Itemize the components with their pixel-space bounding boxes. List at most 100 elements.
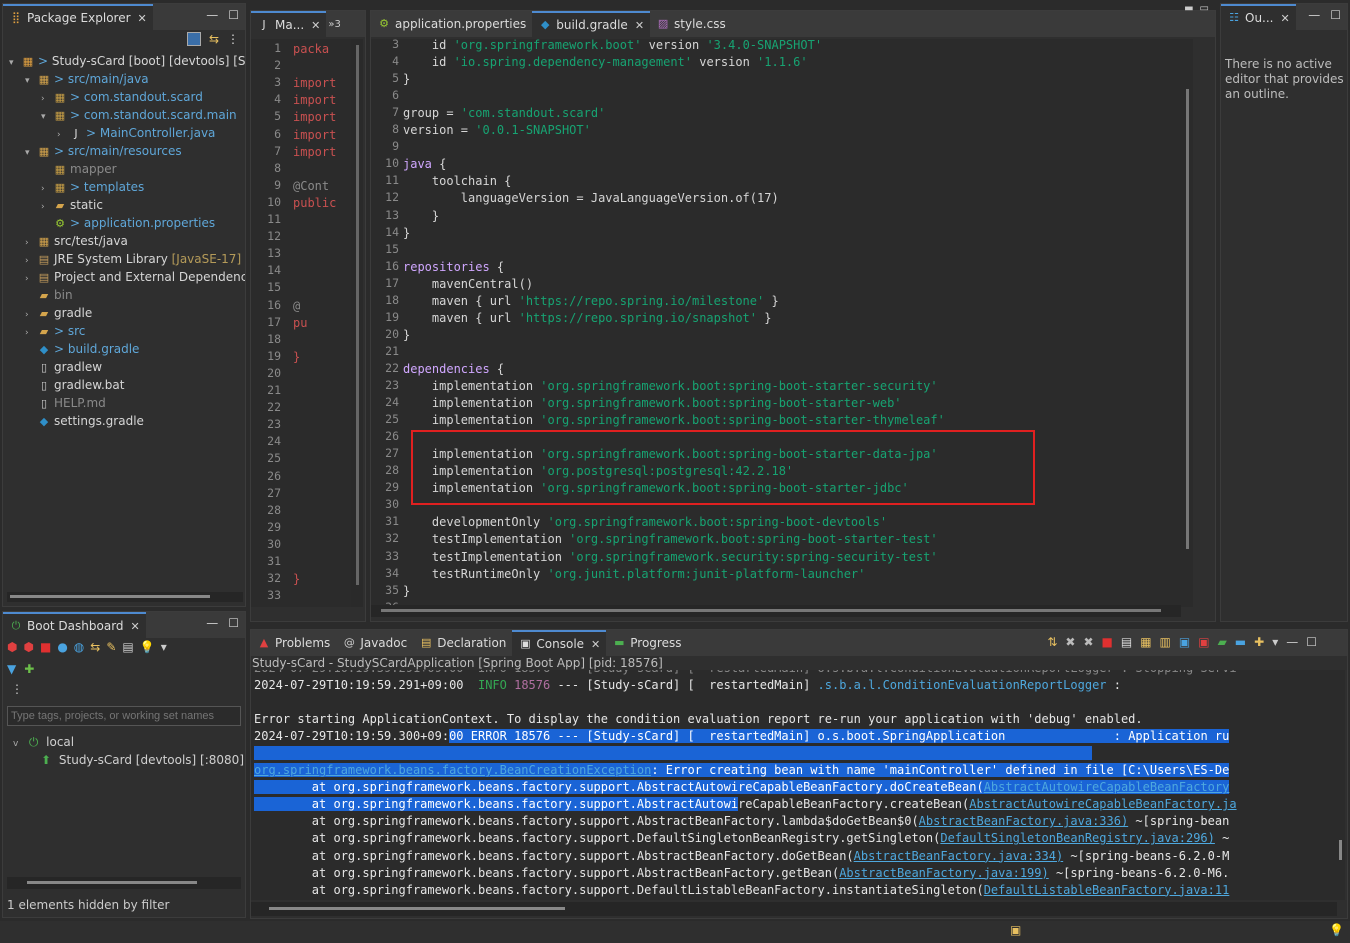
scroll-lock-icon[interactable]: ▦ <box>1140 635 1151 649</box>
maximize-icon[interactable]: ☐ <box>228 616 239 630</box>
vertical-scrollbar[interactable] <box>1181 39 1193 607</box>
tree-item[interactable]: › ▦ > templates <box>41 178 144 196</box>
status-bar-icon[interactable]: ▣ <box>1010 923 1021 937</box>
tree-item[interactable]: ◆ > build.gradle <box>25 340 140 358</box>
tree-item[interactable]: ▯ HELP.md <box>25 394 106 412</box>
close-icon[interactable]: ✕ <box>1281 12 1290 25</box>
terminate-icon[interactable]: ■ <box>1102 635 1113 649</box>
close-icon[interactable]: ✕ <box>311 19 320 32</box>
refresh-icon[interactable]: ⇆ <box>90 640 100 654</box>
minimize-icon[interactable]: — <box>1286 635 1298 649</box>
build-gradle-editor-body[interactable]: 3 id 'org.springframework.boot' version … <box>371 39 1181 607</box>
lightbulb-icon[interactable]: 💡 <box>1329 923 1344 937</box>
tab-outline[interactable]: ☷ Ou... ✕ <box>1221 4 1296 30</box>
horizontal-scrollbar[interactable] <box>7 877 241 889</box>
tree-item[interactable]: › ▦ src/test/java <box>25 232 128 250</box>
tab-progress[interactable]: ▬ Progress <box>606 630 687 656</box>
tab-package-explorer[interactable]: ⣿ Package Explorer ✕ <box>3 4 153 30</box>
edit-icon[interactable]: ✎ <box>106 640 116 654</box>
show-on-error-icon[interactable]: ▣ <box>1198 635 1209 649</box>
open-web-icon[interactable]: ● <box>57 640 67 654</box>
console-output[interactable]: 2024-07-29T10:19:59.291+09:00 INFO 18576… <box>251 670 1337 900</box>
tree-item[interactable]: ▯ gradlew <box>25 358 102 376</box>
close-icon[interactable]: ✕ <box>635 19 644 32</box>
more-icon[interactable]: ⋮ <box>11 682 23 696</box>
tree-item[interactable]: › J > MainController.java <box>57 124 215 142</box>
maximize-icon[interactable]: ☐ <box>1306 635 1317 649</box>
new-console-icon[interactable]: ✚ <box>1254 635 1264 649</box>
properties-icon[interactable]: ▤ <box>122 640 133 654</box>
chevron-down-icon[interactable]: v <box>13 735 25 753</box>
pin-console-icon[interactable]: ▰ <box>1218 635 1227 649</box>
link-with-editor-icon[interactable]: ⇆ <box>209 32 219 46</box>
remove-all-icon[interactable]: ✖ <box>1083 635 1093 649</box>
minimize-icon[interactable]: — <box>206 616 218 630</box>
tree-item[interactable]: › ▦ > com.standout.scard <box>41 88 203 106</box>
close-icon[interactable]: ✕ <box>131 620 140 633</box>
tab-declaration[interactable]: ▤ Declaration <box>413 630 512 656</box>
tree-item[interactable]: ▾ ▦ > com.standout.scard.main <box>41 106 237 124</box>
clear-console-icon[interactable]: ▤ <box>1121 635 1132 649</box>
stop-icon[interactable]: ■ <box>40 640 51 654</box>
tab-application-properties[interactable]: ⚙ application.properties <box>371 11 532 37</box>
vertical-scrollbar[interactable] <box>1335 670 1345 900</box>
minimize-icon[interactable]: — <box>206 8 218 22</box>
tab-style-css[interactable]: ▨ style.css <box>650 11 732 37</box>
tree-item[interactable]: › ▤ JRE System Library [JavaSE-17] <box>25 250 241 268</box>
word-wrap-icon[interactable]: ▥ <box>1160 635 1171 649</box>
tab-main-controller[interactable]: J Ma... ✕ <box>251 11 327 37</box>
chevron-down-icon[interactable]: ▾ <box>161 640 167 654</box>
maximize-icon[interactable]: ☐ <box>1330 8 1341 22</box>
lightbulb-icon[interactable]: 💡 <box>140 640 155 654</box>
tree-item[interactable]: › ▰ > src <box>25 322 85 340</box>
boot-group-row[interactable]: v ⏻ local <box>13 733 74 751</box>
maximize-icon[interactable]: ☐ <box>228 8 239 22</box>
filter-input[interactable] <box>7 706 241 726</box>
line-number: 3 <box>392 39 399 51</box>
boot-app-row[interactable]: ⬆ Study-sCard [devtools] [:8080] <box>41 751 244 769</box>
chevron-down-icon[interactable]: ▾ <box>25 72 37 90</box>
tree-item[interactable]: ⚙ > application.properties <box>41 214 215 232</box>
chevron-down-icon[interactable]: ▾ <box>1272 635 1278 649</box>
close-icon[interactable]: ✕ <box>138 12 147 25</box>
tree-item[interactable]: ▾ ▦ > src/main/resources <box>25 142 182 160</box>
tree-item[interactable]: ◆ settings.gradle <box>25 412 144 430</box>
tree-item[interactable]: › ▰ static <box>41 196 103 214</box>
tab-console[interactable]: ▣ Console ✕ <box>512 630 607 656</box>
tree-item[interactable]: ▰ bin <box>25 286 73 304</box>
show-on-output-icon[interactable]: ▣ <box>1179 635 1190 649</box>
chevron-down-icon[interactable]: ▾ <box>25 144 37 162</box>
horizontal-scrollbar[interactable] <box>371 605 1181 617</box>
tree-item[interactable]: › ▤ Project and External Dependencies <box>25 268 245 286</box>
tree-item[interactable]: ▯ gradlew.bat <box>25 376 124 394</box>
tree-item[interactable]: ▾ ▦ > src/main/java <box>25 70 149 88</box>
display-console-icon[interactable]: ▬ <box>1235 635 1246 649</box>
close-icon[interactable]: ✕ <box>591 638 600 651</box>
tab-boot-dashboard[interactable]: ⏻ Boot Dashboard ✕ <box>3 612 146 638</box>
maximize-icon[interactable]: ▭ <box>1200 3 1209 14</box>
chevron-down-icon[interactable]: ▾ <box>9 54 21 72</box>
tree-item[interactable]: ▦ mapper <box>41 160 117 178</box>
tree-item[interactable]: › ▰ gradle <box>25 304 92 322</box>
horizontal-scrollbar[interactable] <box>7 592 243 602</box>
link-icon[interactable]: ⇅ <box>1047 635 1057 649</box>
tree-item[interactable]: ▾ ▦ > Study-sCard [boot] [devtools] [Stud <box>9 52 245 70</box>
chevron-down-icon[interactable]: ▾ <box>41 108 53 126</box>
start-icon[interactable]: ⬢ <box>7 640 17 654</box>
horizontal-scrollbar[interactable] <box>251 902 1337 916</box>
tab-build-gradle[interactable]: ◆ build.gradle ✕ <box>532 11 651 37</box>
debug-icon[interactable]: ⬢ <box>23 640 33 654</box>
add-icon[interactable]: ✚ <box>24 662 34 676</box>
open-console-icon[interactable]: ◍ <box>74 640 84 654</box>
main-editor-body[interactable]: 1 packa 2 3 import 4 import 5 import 6 import 7 impo… <box>251 39 351 607</box>
view-menu-icon[interactable]: ⋮ <box>227 32 239 46</box>
minimize-icon[interactable]: ▬ <box>1184 3 1193 14</box>
remove-launch-icon[interactable]: ✖ <box>1065 635 1075 649</box>
collapse-all-icon[interactable] <box>186 32 201 46</box>
tab-javadoc[interactable]: @ Javadoc <box>336 630 413 656</box>
tab-overflow[interactable]: »3 <box>328 19 340 30</box>
tab-problems[interactable]: ▲ Problems <box>251 630 336 656</box>
minimize-icon[interactable]: — <box>1308 8 1320 22</box>
filter-icon[interactable]: ▼ <box>7 662 16 676</box>
vertical-scrollbar[interactable] <box>351 39 363 607</box>
